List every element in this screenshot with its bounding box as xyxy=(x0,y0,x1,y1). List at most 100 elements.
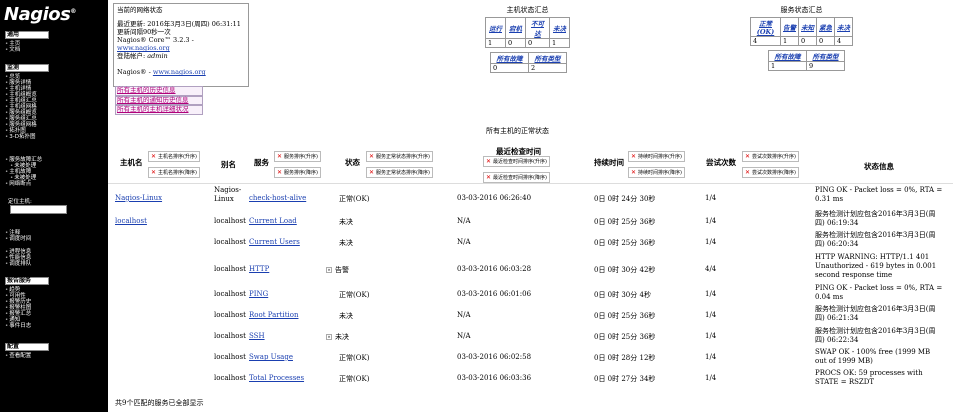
sort-last-check-asc-button[interactable]: ✕ 最近检查时间排序(升序) xyxy=(483,156,550,167)
sort-host-asc-button[interactable]: ✕ 主机名排序(升序) xyxy=(148,151,200,162)
sort-attempts-asc-button[interactable]: ✕ 尝试次数排序(升序) xyxy=(742,151,799,162)
service-total-ok-link[interactable]: 正常(OK) xyxy=(757,20,774,36)
service-total-pending-link[interactable]: 未决 xyxy=(837,24,850,32)
notification-icon[interactable]: × xyxy=(326,334,332,340)
status-badge: 未决 xyxy=(339,312,353,320)
host-total-pending-link[interactable]: 未决 xyxy=(553,25,566,33)
host-total-down-link[interactable]: 宕机 xyxy=(509,25,522,33)
notification-icon[interactable]: × xyxy=(326,267,332,273)
duration-value: 0日 0时 25分 36秒 xyxy=(594,218,656,226)
sort-duration-asc-button[interactable]: ✕ 持续时间排序(升序) xyxy=(628,151,685,162)
sort-duration-desc-button[interactable]: ✕ 持续时间排序(降序) xyxy=(628,167,685,178)
status-badge: 未决 xyxy=(339,239,353,247)
last-check-time: 03-03-2016 06:02:58 xyxy=(457,353,532,361)
sort-attempts-desc-button[interactable]: ✕ 尝试次数排序(降序) xyxy=(742,167,799,178)
column-header-status: 状态 xyxy=(345,158,360,167)
host-total-up-link[interactable]: 运行 xyxy=(489,25,502,33)
service-link-ssh[interactable]: SSH xyxy=(249,332,265,340)
column-header-duration: 持续时间 xyxy=(594,158,624,167)
all-hosts-detail-link[interactable]: 所有主机的主机详细状况 xyxy=(115,105,203,115)
column-header-attempts: 尝试次数 xyxy=(706,158,736,167)
service-all-problems-link[interactable]: 所有故障 xyxy=(775,53,801,61)
sort-status-asc-button[interactable]: ✕ 服务正常状态排序(升序) xyxy=(366,151,433,162)
duration-value: 0日 0时 30分 4秒 xyxy=(594,291,651,299)
last-check-time: N/A xyxy=(457,311,471,319)
service-link-current-users[interactable]: Current Users xyxy=(249,238,300,246)
service-link-swap-usage[interactable]: Swap Usage xyxy=(249,353,293,361)
service-link-total-processes[interactable]: Total Processes xyxy=(249,374,304,382)
last-check-time: 03-03-2016 06:01:06 xyxy=(457,290,532,298)
status-badge: × 告警 xyxy=(326,266,349,274)
host-total-unreachable-link[interactable]: 不可达 xyxy=(531,20,544,38)
column-header-status-info: 状态信息 xyxy=(864,162,894,171)
sidebar-item-docs[interactable]: •文档 xyxy=(5,47,105,53)
sidebar-section-reports: 报告服务 xyxy=(5,277,49,285)
sidebar-item-view-config[interactable]: •查看配置 xyxy=(5,353,105,359)
attempts-value: 1/4 xyxy=(705,290,717,298)
service-totals-sub-table: 所有故障 所有类型 1 9 xyxy=(768,50,845,71)
table-row-alias: localhost xyxy=(214,290,246,298)
host-totals: 主机状态汇总 运行 宕机 不可达 未决 1 0 0 1 所有故障 所有类型 0 xyxy=(485,5,570,73)
attempts-value: 1/4 xyxy=(705,332,717,340)
sort-host-desc-button[interactable]: ✕ 主机名排序(降序) xyxy=(148,167,200,178)
service-link-check-host-alive[interactable]: check-host-alive xyxy=(249,194,306,202)
status-info-text: PING OK - Packet loss = 0%, RTA = 0.31 m… xyxy=(815,186,943,203)
version-line: Nagios® Core™ 3.2.3 - www.nagios.org xyxy=(117,36,194,52)
service-total-critical-link[interactable]: 紧急 xyxy=(819,24,832,32)
service-link-root-partition[interactable]: Root Partition xyxy=(249,311,298,319)
table-row-alias: localhost xyxy=(214,265,246,273)
sidebar-item-scheduling-queue[interactable]: •调度排队 xyxy=(5,261,105,267)
service-link-http[interactable]: HTTP xyxy=(249,265,269,273)
attempts-value: 1/4 xyxy=(705,217,717,225)
sort-service-desc-button[interactable]: ✕ 服务排序(降序) xyxy=(274,167,321,178)
sidebar-section-config: 配置 xyxy=(5,343,49,351)
host-search-label: 定位主机: xyxy=(8,199,32,205)
status-info-text: 服务检测计划应包含2016年3月3日(周四) 06:22:34 xyxy=(815,327,936,344)
host-all-types-link[interactable]: 所有类型 xyxy=(535,55,561,63)
attempts-value: 1/4 xyxy=(705,238,717,246)
history-links: 所有主机的历史信息 所有主机的通知历史信息 所有主机的主机详细状况 xyxy=(115,86,203,115)
host-totals-sub-table: 所有故障 所有类型 0 2 xyxy=(490,52,567,73)
info-title: 当前的网络状态 xyxy=(117,6,163,14)
duration-value: 0日 0时 25分 36秒 xyxy=(594,239,656,247)
table-caption: 所有主机的正常状态 xyxy=(486,127,549,135)
host-link-localhost[interactable]: localhost xyxy=(115,217,147,225)
sidebar-item-3d-map[interactable]: •3-D拓扑图 xyxy=(5,134,105,140)
service-link-ping[interactable]: PING xyxy=(249,290,268,298)
sort-status-desc-button[interactable]: ✕ 服务正常状态排序(降序) xyxy=(366,167,433,178)
last-check-time: 03-03-2016 06:03:28 xyxy=(457,265,532,273)
column-header-service: 服务 xyxy=(254,158,269,167)
last-check-time: N/A xyxy=(457,238,471,246)
sidebar-item-downtime[interactable]: •调度时间 xyxy=(5,236,105,242)
all-hosts-history-link[interactable]: 所有主机的历史信息 xyxy=(115,86,203,96)
all-hosts-notifications-link[interactable]: 所有主机的通知历史信息 xyxy=(115,95,203,105)
nagios-logo[interactable]: Nagios® xyxy=(4,4,76,25)
sort-service-asc-button[interactable]: ✕ 服务排序(升序) xyxy=(274,151,321,162)
sidebar-section-monitoring: 监测 xyxy=(5,64,49,72)
status-badge: 正常(OK) xyxy=(339,195,370,203)
status-info-text: PING OK - Packet loss = 0%, RTA = 0.04 m… xyxy=(815,284,943,301)
attempts-value: 1/4 xyxy=(705,353,717,361)
service-link-current-load[interactable]: Current Load xyxy=(249,217,297,225)
duration-value: 0日 0时 24分 30秒 xyxy=(594,195,656,203)
sidebar-section-general: 通用 xyxy=(5,31,49,39)
status-badge: 正常(OK) xyxy=(339,375,370,383)
table-row-alias: localhost xyxy=(214,374,246,382)
sidebar-item-network-outages[interactable]: •网络断点 xyxy=(5,181,105,187)
host-search-input[interactable] xyxy=(10,205,67,214)
service-total-unknown-link[interactable]: 未知 xyxy=(801,24,814,32)
nagios-link[interactable]: www.nagios.org xyxy=(153,68,206,76)
host-totals-table: 运行 宕机 不可达 未决 1 0 0 1 xyxy=(485,17,570,48)
host-all-problems-link[interactable]: 所有故障 xyxy=(497,55,523,63)
main-content: 当前的网络状态 最近更新: 2016年3月3日(周四) 06:31:11 更新间… xyxy=(108,0,953,412)
sidebar-item-event-log[interactable]: •事件日志 xyxy=(5,323,105,329)
attempts-value: 1/4 xyxy=(705,374,717,382)
sort-last-check-desc-button[interactable]: ✕ 最近检查时间排序(降序) xyxy=(483,172,550,183)
table-row-alias: localhost xyxy=(214,353,246,361)
version-link[interactable]: www.nagios.org xyxy=(117,44,170,52)
service-total-warning-link[interactable]: 告警 xyxy=(783,24,796,32)
host-link-nagios-linux[interactable]: Nagios-Linux xyxy=(115,194,162,202)
status-badge: 正常(OK) xyxy=(339,354,370,362)
service-all-types-link[interactable]: 所有类型 xyxy=(813,53,839,61)
table-row-alias: Nagios-Linux xyxy=(214,186,242,203)
